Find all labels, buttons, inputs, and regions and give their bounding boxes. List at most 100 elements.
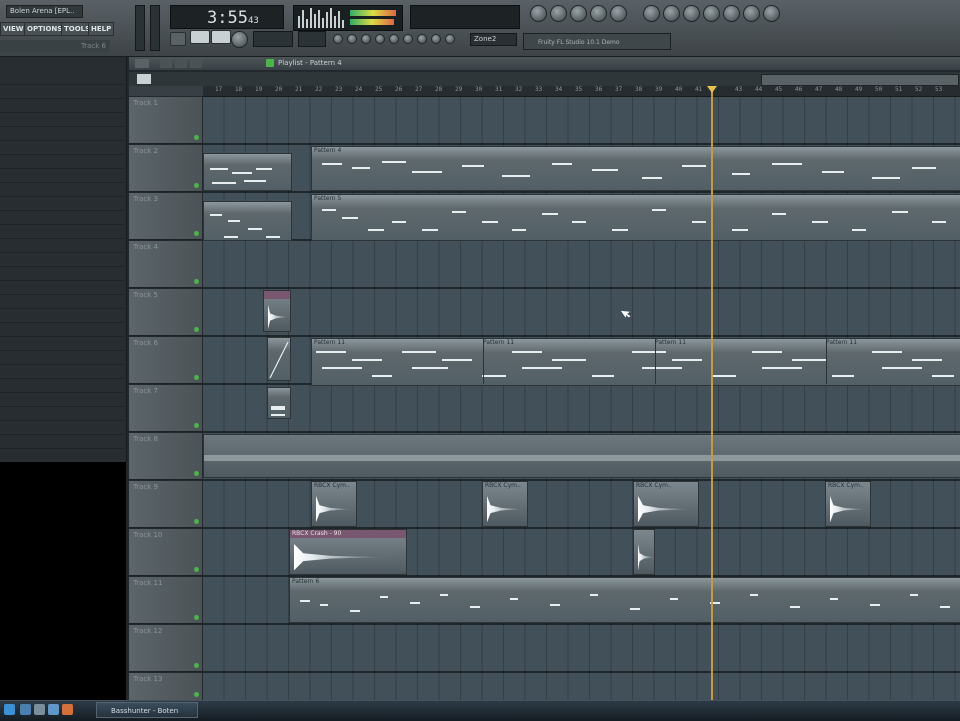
- play-button[interactable]: [190, 30, 210, 44]
- master-volume-slider[interactable]: [135, 5, 145, 51]
- track-mute-icon[interactable]: [194, 519, 199, 524]
- cpu-icon[interactable]: [723, 5, 740, 22]
- browser-row[interactable]: [0, 337, 124, 351]
- plugin-picker-icon[interactable]: [643, 5, 660, 22]
- audio-clip[interactable]: RBCX Cym..: [311, 481, 357, 527]
- tempo-display[interactable]: [253, 31, 293, 47]
- browser-row[interactable]: [0, 295, 124, 309]
- audio-clip[interactable]: RBCX Cym..: [825, 481, 871, 527]
- start-orb-icon[interactable]: [4, 704, 15, 715]
- quicklaunch-icon[interactable]: [34, 704, 45, 715]
- draw-tool-icon[interactable]: [160, 59, 172, 68]
- audio-clip[interactable]: RBCX Cym..: [633, 481, 699, 527]
- knob-icon[interactable]: [375, 34, 385, 44]
- track-mute-icon[interactable]: [194, 615, 199, 620]
- playlist-menu-icon[interactable]: [135, 59, 149, 68]
- menu-options[interactable]: OPTIONS: [24, 22, 66, 36]
- playlist-scroll-bar[interactable]: [129, 72, 960, 86]
- browser-row[interactable]: [0, 267, 124, 281]
- pattern-clip[interactable]: Pattern 4: [311, 146, 960, 191]
- track-header-12[interactable]: Track 12: [129, 625, 202, 672]
- pattern-clip[interactable]: [203, 201, 292, 241]
- track-header-8[interactable]: Track 8: [129, 433, 202, 480]
- audio-clip[interactable]: [633, 529, 655, 575]
- track-header-5[interactable]: Track 5: [129, 289, 202, 336]
- automation-clip[interactable]: [267, 387, 291, 419]
- master-pitch-slider[interactable]: [150, 5, 160, 51]
- knob-icon[interactable]: [403, 34, 413, 44]
- quicklaunch-icon[interactable]: [62, 704, 73, 715]
- horizontal-scrollbar-thumb[interactable]: [761, 74, 959, 86]
- browser-row[interactable]: [0, 407, 124, 421]
- track-mute-icon[interactable]: [194, 663, 199, 668]
- snap-icon[interactable]: [137, 74, 151, 84]
- track-mute-icon[interactable]: [194, 279, 199, 284]
- knob-icon[interactable]: [389, 34, 399, 44]
- track-header-2[interactable]: Track 2: [129, 145, 202, 192]
- browser-row[interactable]: [0, 379, 124, 393]
- browser-row[interactable]: [0, 169, 124, 183]
- pattern-clip[interactable]: [203, 434, 960, 478]
- browser-row[interactable]: [0, 239, 124, 253]
- render-icon[interactable]: [703, 5, 720, 22]
- playlist-icon[interactable]: [590, 5, 607, 22]
- audio-clip[interactable]: RBCX Cym..: [482, 481, 528, 527]
- menu-help[interactable]: HELP: [88, 22, 115, 36]
- browser-row[interactable]: [0, 71, 124, 85]
- track-header-1[interactable]: Track 1: [129, 97, 202, 144]
- undo-icon[interactable]: [663, 5, 680, 22]
- stop-button[interactable]: [211, 30, 231, 44]
- paint-tool-icon[interactable]: [175, 59, 187, 68]
- browser-row[interactable]: [0, 393, 124, 407]
- track-header-7[interactable]: Track 7: [129, 385, 202, 432]
- track-header-13[interactable]: Track 13: [129, 673, 202, 701]
- time-display[interactable]: 3:5543: [170, 5, 284, 29]
- delete-tool-icon[interactable]: [190, 59, 202, 68]
- mixer-icon[interactable]: [530, 5, 547, 22]
- track-mute-icon[interactable]: [194, 231, 199, 236]
- track-mute-icon[interactable]: [194, 135, 199, 140]
- knob-icon[interactable]: [333, 34, 343, 44]
- audio-clip[interactable]: [263, 290, 291, 332]
- timeline-ruler[interactable]: 17 18 19 20 21 22 23 24 25 26 27 28 29 3…: [203, 86, 960, 97]
- track-mute-icon[interactable]: [194, 423, 199, 428]
- knob-icon[interactable]: [347, 34, 357, 44]
- track-header-9[interactable]: Track 9: [129, 481, 202, 528]
- playhead-marker-icon[interactable]: [707, 86, 717, 93]
- browser-row[interactable]: [0, 351, 124, 365]
- pattern-clip[interactable]: Pattern 5: [311, 194, 960, 241]
- browser-row[interactable]: [0, 323, 124, 337]
- browser-row[interactable]: [0, 113, 124, 127]
- knob-icon[interactable]: [445, 34, 455, 44]
- pattern-selector[interactable]: [298, 31, 326, 47]
- plugin-news-box[interactable]: Fruity FL Studio 10.1 Demo: [523, 33, 671, 50]
- channel-rack-icon[interactable]: [550, 5, 567, 22]
- playlist-grid[interactable]: Pattern 4 Pattern 5 Pattern 11 Pattern 1…: [203, 97, 960, 700]
- quicklaunch-icon[interactable]: [48, 704, 59, 715]
- track-mute-icon[interactable]: [194, 375, 199, 380]
- audio-clip[interactable]: RBCX Crash - 90: [289, 529, 407, 575]
- record-icon[interactable]: [231, 31, 248, 48]
- online-icon[interactable]: [743, 5, 760, 22]
- automation-clip[interactable]: [267, 337, 291, 381]
- track-header-4[interactable]: Track 4: [129, 241, 202, 288]
- track-mute-icon[interactable]: [194, 327, 199, 332]
- browser-icon[interactable]: [610, 5, 627, 22]
- browser-row[interactable]: [0, 309, 124, 323]
- browser-row[interactable]: [0, 225, 124, 239]
- browser-row[interactable]: [0, 183, 124, 197]
- pattern-clip[interactable]: Pattern 6: [289, 577, 960, 623]
- browser-row[interactable]: [0, 421, 124, 435]
- knob-icon[interactable]: [431, 34, 441, 44]
- browser-row[interactable]: [0, 211, 124, 225]
- help-icon[interactable]: [763, 5, 780, 22]
- track-mute-icon[interactable]: [194, 471, 199, 476]
- browser-row[interactable]: [0, 365, 124, 379]
- piano-roll-icon[interactable]: [570, 5, 587, 22]
- track-mute-icon[interactable]: [194, 692, 199, 697]
- track-mute-icon[interactable]: [194, 183, 199, 188]
- playlist-titlebar[interactable]: [129, 57, 960, 70]
- browser-row[interactable]: [0, 197, 124, 211]
- pattern-clip[interactable]: Pattern 11: [311, 338, 960, 386]
- browser-row[interactable]: [0, 99, 124, 113]
